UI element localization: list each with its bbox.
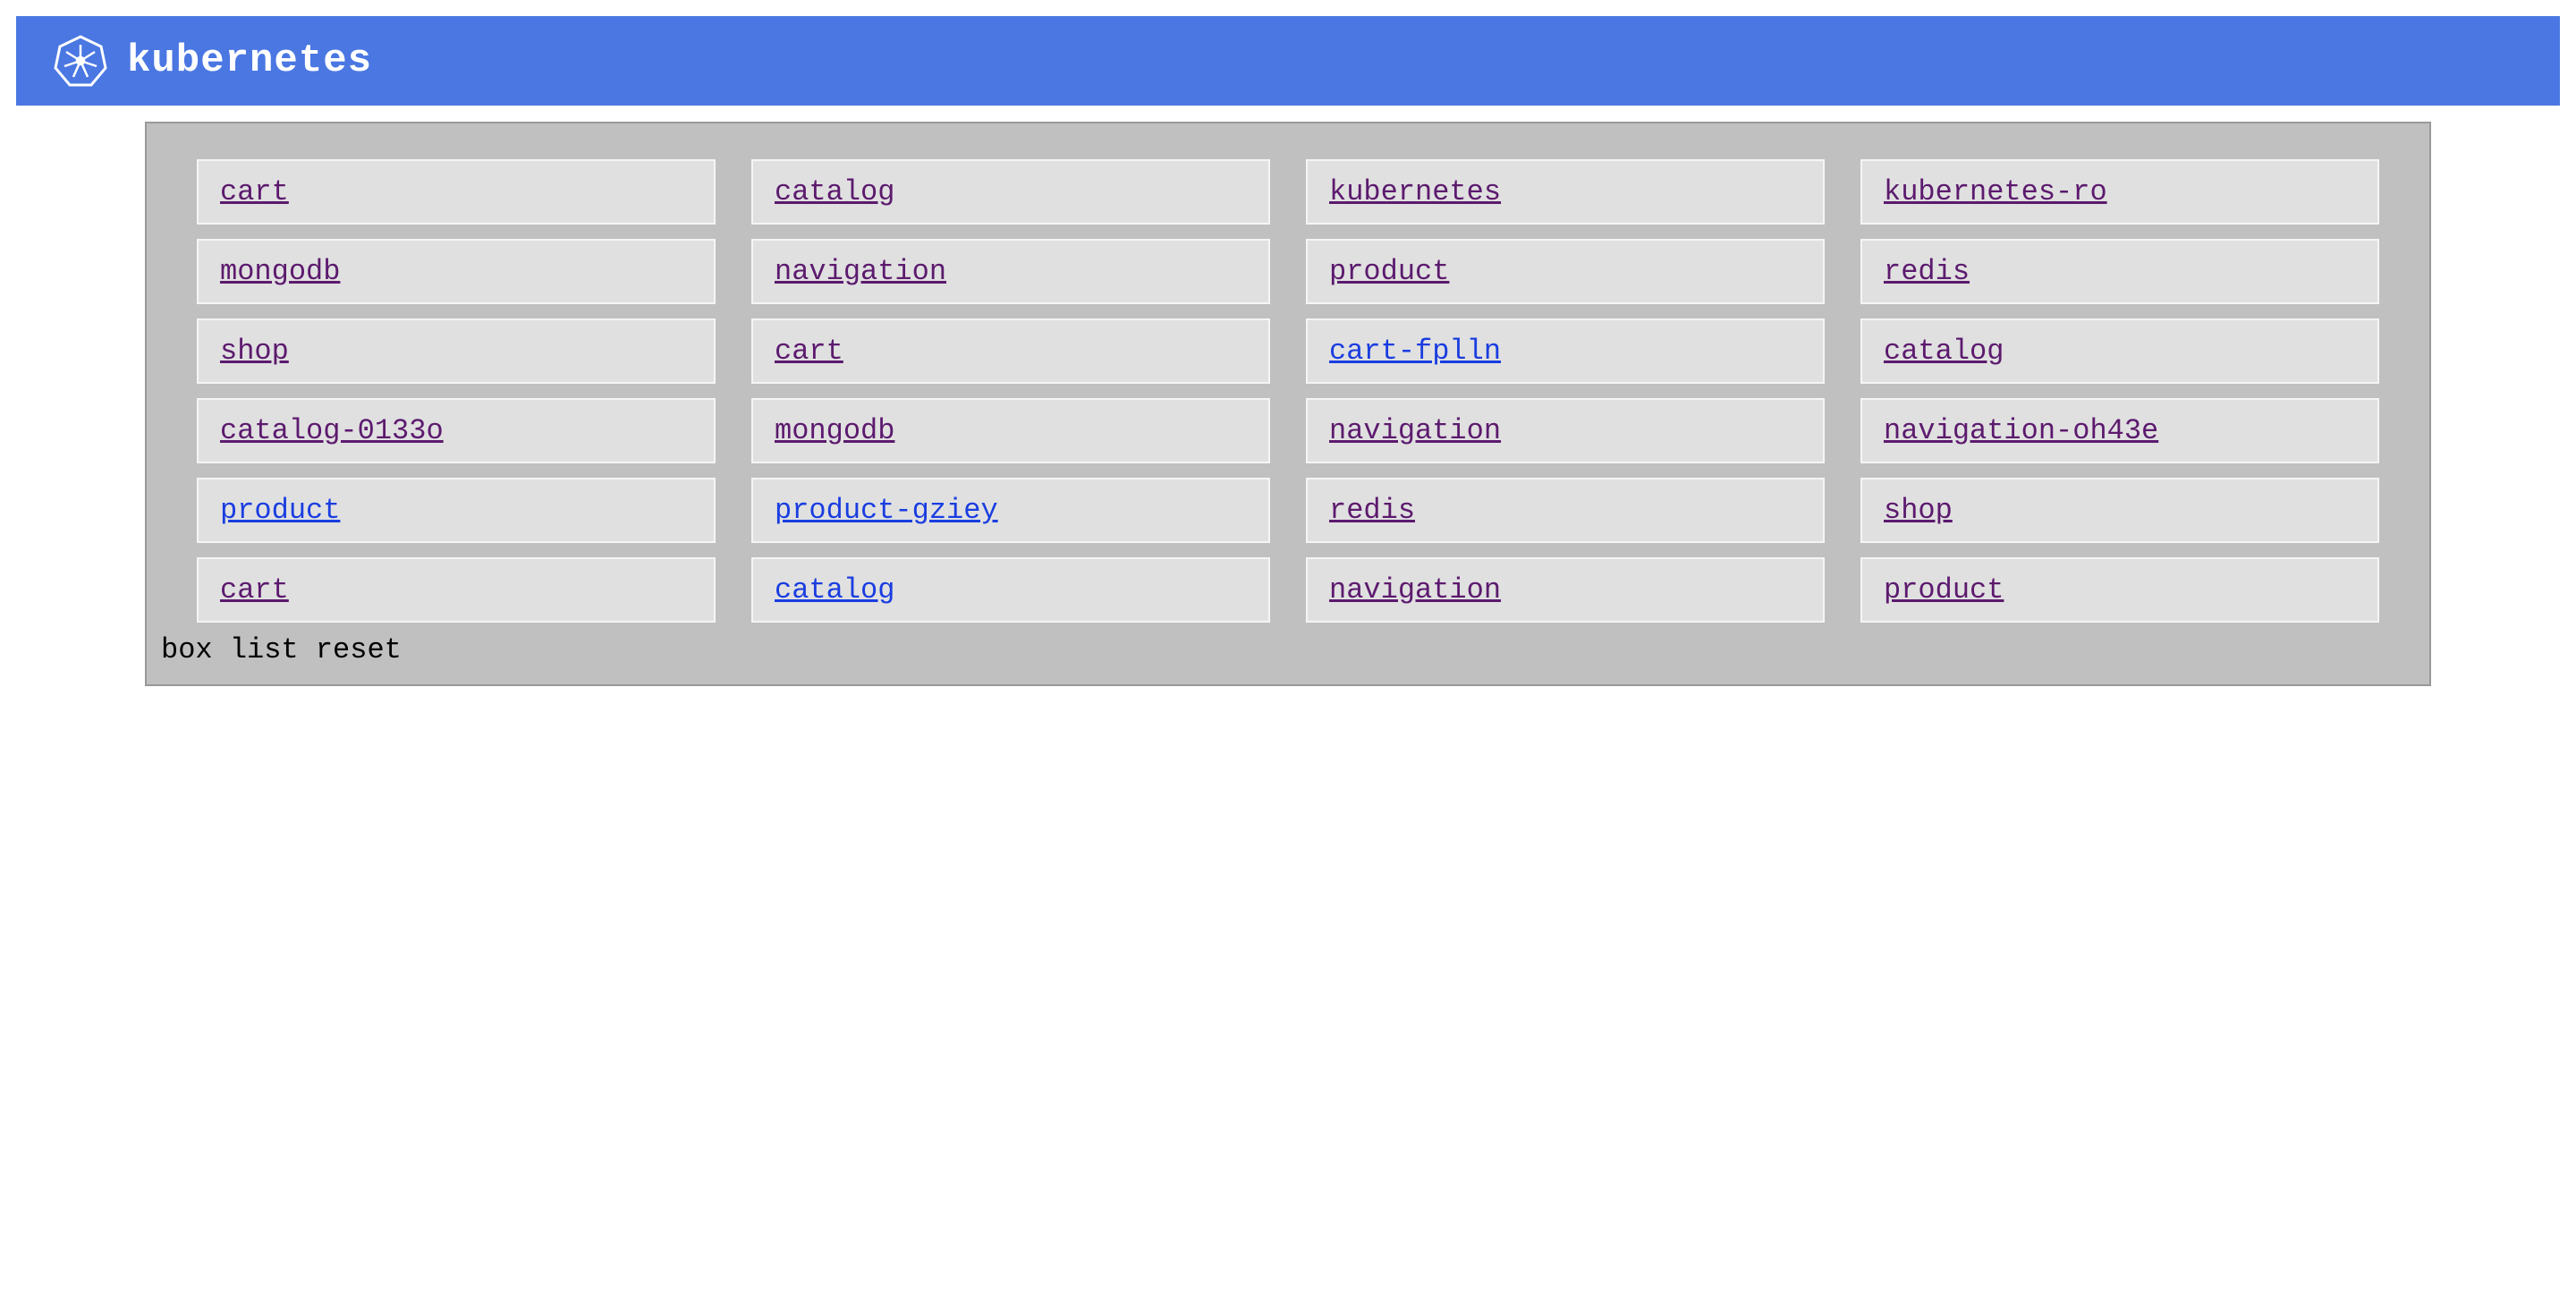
resource-card[interactable]: cart [751, 318, 1270, 384]
resource-link[interactable]: shop [220, 335, 289, 368]
resource-card[interactable]: catalog [751, 557, 1270, 623]
resource-link[interactable]: navigation [1329, 573, 1501, 607]
resource-card[interactable]: product [197, 478, 716, 543]
resource-link[interactable]: catalog [775, 175, 894, 208]
resource-link[interactable]: mongodb [220, 255, 340, 288]
brand-title: kubernetes [127, 38, 372, 83]
resource-grid: cart catalog kubernetes kubernetes-ro mongod… [197, 159, 2379, 623]
resource-card[interactable]: navigation [751, 239, 1270, 304]
resource-card[interactable]: redis [1306, 478, 1825, 543]
resource-link[interactable]: navigation [775, 255, 946, 288]
resource-card[interactable]: redis [1860, 239, 2379, 304]
resource-card[interactable]: catalog-0133o [197, 398, 716, 463]
resource-card[interactable]: kubernetes [1306, 159, 1825, 225]
resource-card[interactable]: mongodb [197, 239, 716, 304]
resource-link[interactable]: cart-fplln [1329, 335, 1501, 368]
content-wrapper: cart catalog kubernetes kubernetes-ro mongod… [16, 122, 2560, 686]
resource-link[interactable]: navigation-oh43e [1884, 414, 2158, 447]
resource-link[interactable]: redis [1884, 255, 1970, 288]
resource-link[interactable]: cart [220, 175, 289, 208]
resource-link[interactable]: kubernetes-ro [1884, 175, 2107, 208]
resource-link[interactable]: catalog [1884, 335, 2004, 368]
resource-card[interactable]: navigation-oh43e [1860, 398, 2379, 463]
resource-card[interactable]: product-gziey [751, 478, 1270, 543]
resource-link[interactable]: mongodb [775, 414, 894, 447]
resource-link[interactable]: catalog-0133o [220, 414, 444, 447]
resource-link[interactable]: product [220, 494, 340, 527]
resource-link[interactable]: kubernetes [1329, 175, 1501, 208]
resource-card[interactable]: navigation [1306, 557, 1825, 623]
resource-card[interactable]: navigation [1306, 398, 1825, 463]
kubernetes-logo-icon [52, 32, 109, 89]
resource-card[interactable]: product [1306, 239, 1825, 304]
resource-link[interactable]: product [1329, 255, 1449, 288]
app-header: kubernetes [16, 16, 2560, 106]
resource-card[interactable]: shop [1860, 478, 2379, 543]
resource-link[interactable]: cart [775, 335, 843, 368]
resource-card[interactable]: cart-fplln [1306, 318, 1825, 384]
resource-link[interactable]: product [1884, 573, 2004, 607]
resource-link[interactable]: product-gziey [775, 494, 998, 527]
resource-card[interactable]: shop [197, 318, 716, 384]
main-panel: cart catalog kubernetes kubernetes-ro mongod… [145, 122, 2431, 686]
logo-container: kubernetes [52, 32, 372, 89]
resource-link[interactable]: navigation [1329, 414, 1501, 447]
resource-link[interactable]: cart [220, 573, 289, 607]
resource-card[interactable]: cart [197, 159, 716, 225]
resource-card[interactable]: catalog [1860, 318, 2379, 384]
resource-card[interactable]: cart [197, 557, 716, 623]
resource-link[interactable]: catalog [775, 573, 894, 607]
resource-card[interactable]: kubernetes-ro [1860, 159, 2379, 225]
resource-link[interactable]: redis [1329, 494, 1415, 527]
status-text: box list reset [161, 633, 2379, 666]
resource-card[interactable]: mongodb [751, 398, 1270, 463]
resource-card[interactable]: product [1860, 557, 2379, 623]
resource-link[interactable]: shop [1884, 494, 1953, 527]
resource-card[interactable]: catalog [751, 159, 1270, 225]
